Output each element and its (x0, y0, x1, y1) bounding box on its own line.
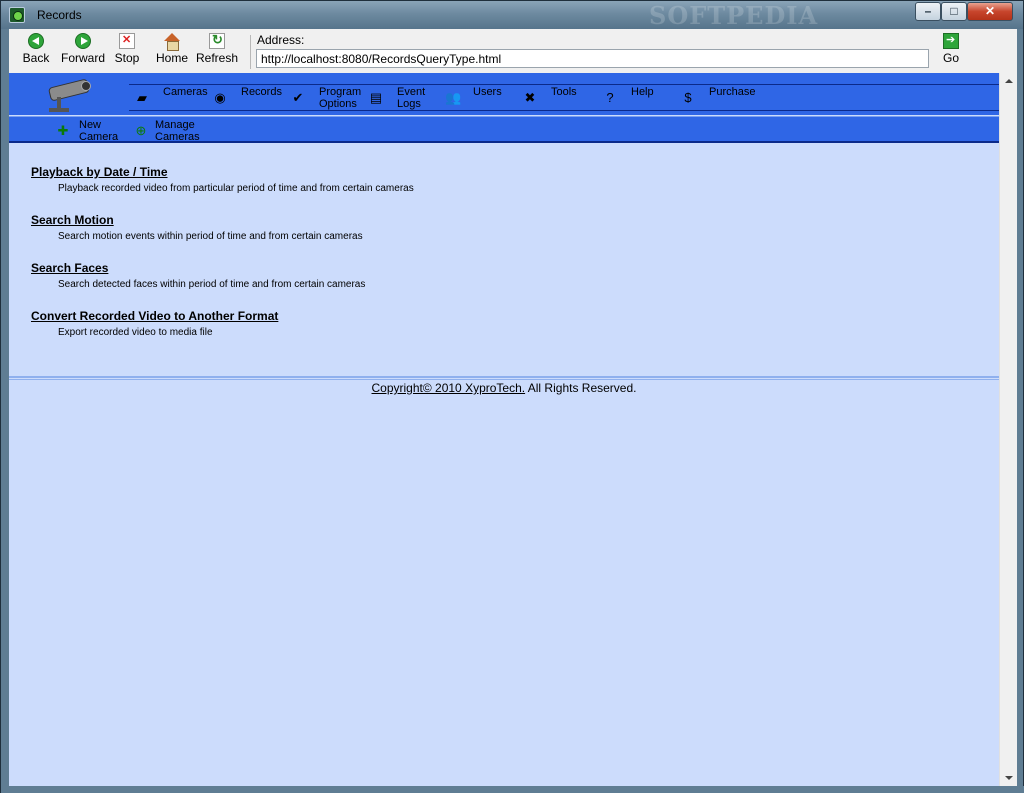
nav-item-program-options[interactable]: ✔ Program Options (291, 85, 363, 111)
stop-label: Stop (114, 51, 140, 65)
refresh-icon (209, 32, 225, 49)
sub-label: Camera (79, 131, 119, 143)
toolbar-separator (250, 35, 251, 69)
nav-item-records[interactable]: ◉ Records (213, 85, 285, 111)
nav-item-event-logs[interactable]: ▤ Event Logs (369, 85, 441, 111)
tools-icon: ✖ (524, 90, 536, 105)
nav-label: Users (473, 86, 502, 98)
forward-button[interactable]: Forward (61, 33, 105, 71)
application-window: Records SOFTPEDIA – □ ✕ Back Forward Sto… (0, 0, 1024, 793)
entry-description: Search detected faces within period of t… (58, 279, 366, 290)
copyright-footer: Copyright© 2010 XyproTech. All Rights Re… (9, 381, 999, 395)
scroll-down-arrow-icon[interactable] (1005, 776, 1013, 780)
go-button[interactable]: Go (939, 33, 963, 71)
stop-icon (119, 33, 135, 49)
checkmark-icon: ✔ (292, 90, 304, 105)
nav-label: Event (397, 86, 426, 98)
page-content: ▰ Cameras ◉ Records ✔ Program Options ▤ E… (9, 73, 999, 786)
nav-label: Records (241, 86, 282, 98)
security-camera-logo (37, 78, 99, 113)
entry-description: Search motion events within period of ti… (58, 231, 363, 242)
nav-label: Tools (551, 86, 577, 98)
site-header: ▰ Cameras ◉ Records ✔ Program Options ▤ E… (9, 73, 999, 115)
home-button[interactable]: Home (155, 33, 189, 71)
manage-cameras-icon: ⊕ (135, 123, 147, 138)
nav-label: Help (631, 86, 654, 98)
help-icon: ? (606, 90, 614, 105)
stop-button[interactable]: Stop (112, 33, 142, 71)
go-arrow-icon (943, 33, 959, 49)
users-icon: 👥 (445, 90, 462, 105)
go-label: Go (942, 51, 959, 65)
nav-label: Program (319, 86, 362, 98)
dollar-icon: $ (684, 90, 692, 105)
camera-icon: ▰ (137, 90, 147, 105)
maximize-button[interactable]: □ (941, 2, 967, 21)
browser-toolbar: Back Forward Stop Home Refresh Address: … (9, 29, 1017, 73)
sub-label: Cameras (155, 131, 200, 143)
watermark: SOFTPEDIA (649, 1, 819, 30)
refresh-label: Refresh (196, 51, 239, 65)
nav-label: Purchase (709, 86, 756, 98)
window-title: Records (37, 8, 82, 22)
sub-navigation: ✚ New Camera ⊕ Manage Cameras (9, 116, 999, 143)
home-icon (164, 33, 180, 51)
nav-item-help[interactable]: ? Help (603, 85, 663, 111)
rights-text: All Rights Reserved. (525, 381, 637, 395)
nav-item-cameras[interactable]: ▰ Cameras (135, 85, 208, 111)
minimize-button[interactable]: – (915, 2, 941, 21)
nav-item-tools[interactable]: ✖ Tools (523, 85, 595, 111)
address-label: Address: (257, 33, 305, 47)
link-search-faces[interactable]: Search Faces (31, 261, 108, 275)
nav-item-users[interactable]: 👥 Users (445, 85, 517, 111)
document-icon: ▤ (369, 90, 383, 105)
refresh-button[interactable]: Refresh (196, 32, 239, 71)
forward-label: Forward (61, 51, 106, 65)
title-bar[interactable]: Records SOFTPEDIA – □ ✕ (1, 1, 1023, 30)
entry-description: Export recorded video to media file (58, 327, 213, 338)
vertical-scrollbar[interactable] (999, 73, 1017, 786)
new-camera-icon: ✚ (57, 123, 69, 138)
sub-item-manage-cameras[interactable]: ⊕ Manage Cameras (133, 118, 213, 144)
entry-description: Playback recorded video from particular … (58, 183, 414, 194)
sub-label: New (79, 119, 102, 131)
nav-label: Cameras (163, 86, 208, 98)
app-icon (9, 7, 25, 23)
link-playback-by-date-time[interactable]: Playback by Date / Time (31, 165, 168, 179)
nav-item-purchase[interactable]: $ Purchase (681, 85, 761, 111)
nav-label: Logs (397, 98, 421, 110)
scroll-up-arrow-icon[interactable] (1005, 79, 1013, 83)
forward-arrow-icon (75, 33, 91, 49)
back-label: Back (22, 51, 50, 65)
back-arrow-icon (28, 33, 44, 49)
disc-icon: ◉ (214, 90, 226, 105)
sub-item-new-camera[interactable]: ✚ New Camera (55, 118, 125, 144)
nav-label: Options (319, 98, 357, 110)
sub-label: Manage (155, 119, 195, 131)
address-input[interactable] (256, 49, 929, 68)
link-convert-recorded-video[interactable]: Convert Recorded Video to Another Format (31, 309, 278, 323)
back-button[interactable]: Back (17, 33, 55, 71)
window-bottom-border (1, 786, 1024, 793)
copyright-link[interactable]: Copyright© 2010 XyproTech. (372, 381, 526, 395)
link-search-motion[interactable]: Search Motion (31, 213, 114, 227)
footer-divider (9, 376, 999, 380)
home-label: Home (155, 51, 188, 65)
close-button[interactable]: ✕ (967, 2, 1013, 21)
